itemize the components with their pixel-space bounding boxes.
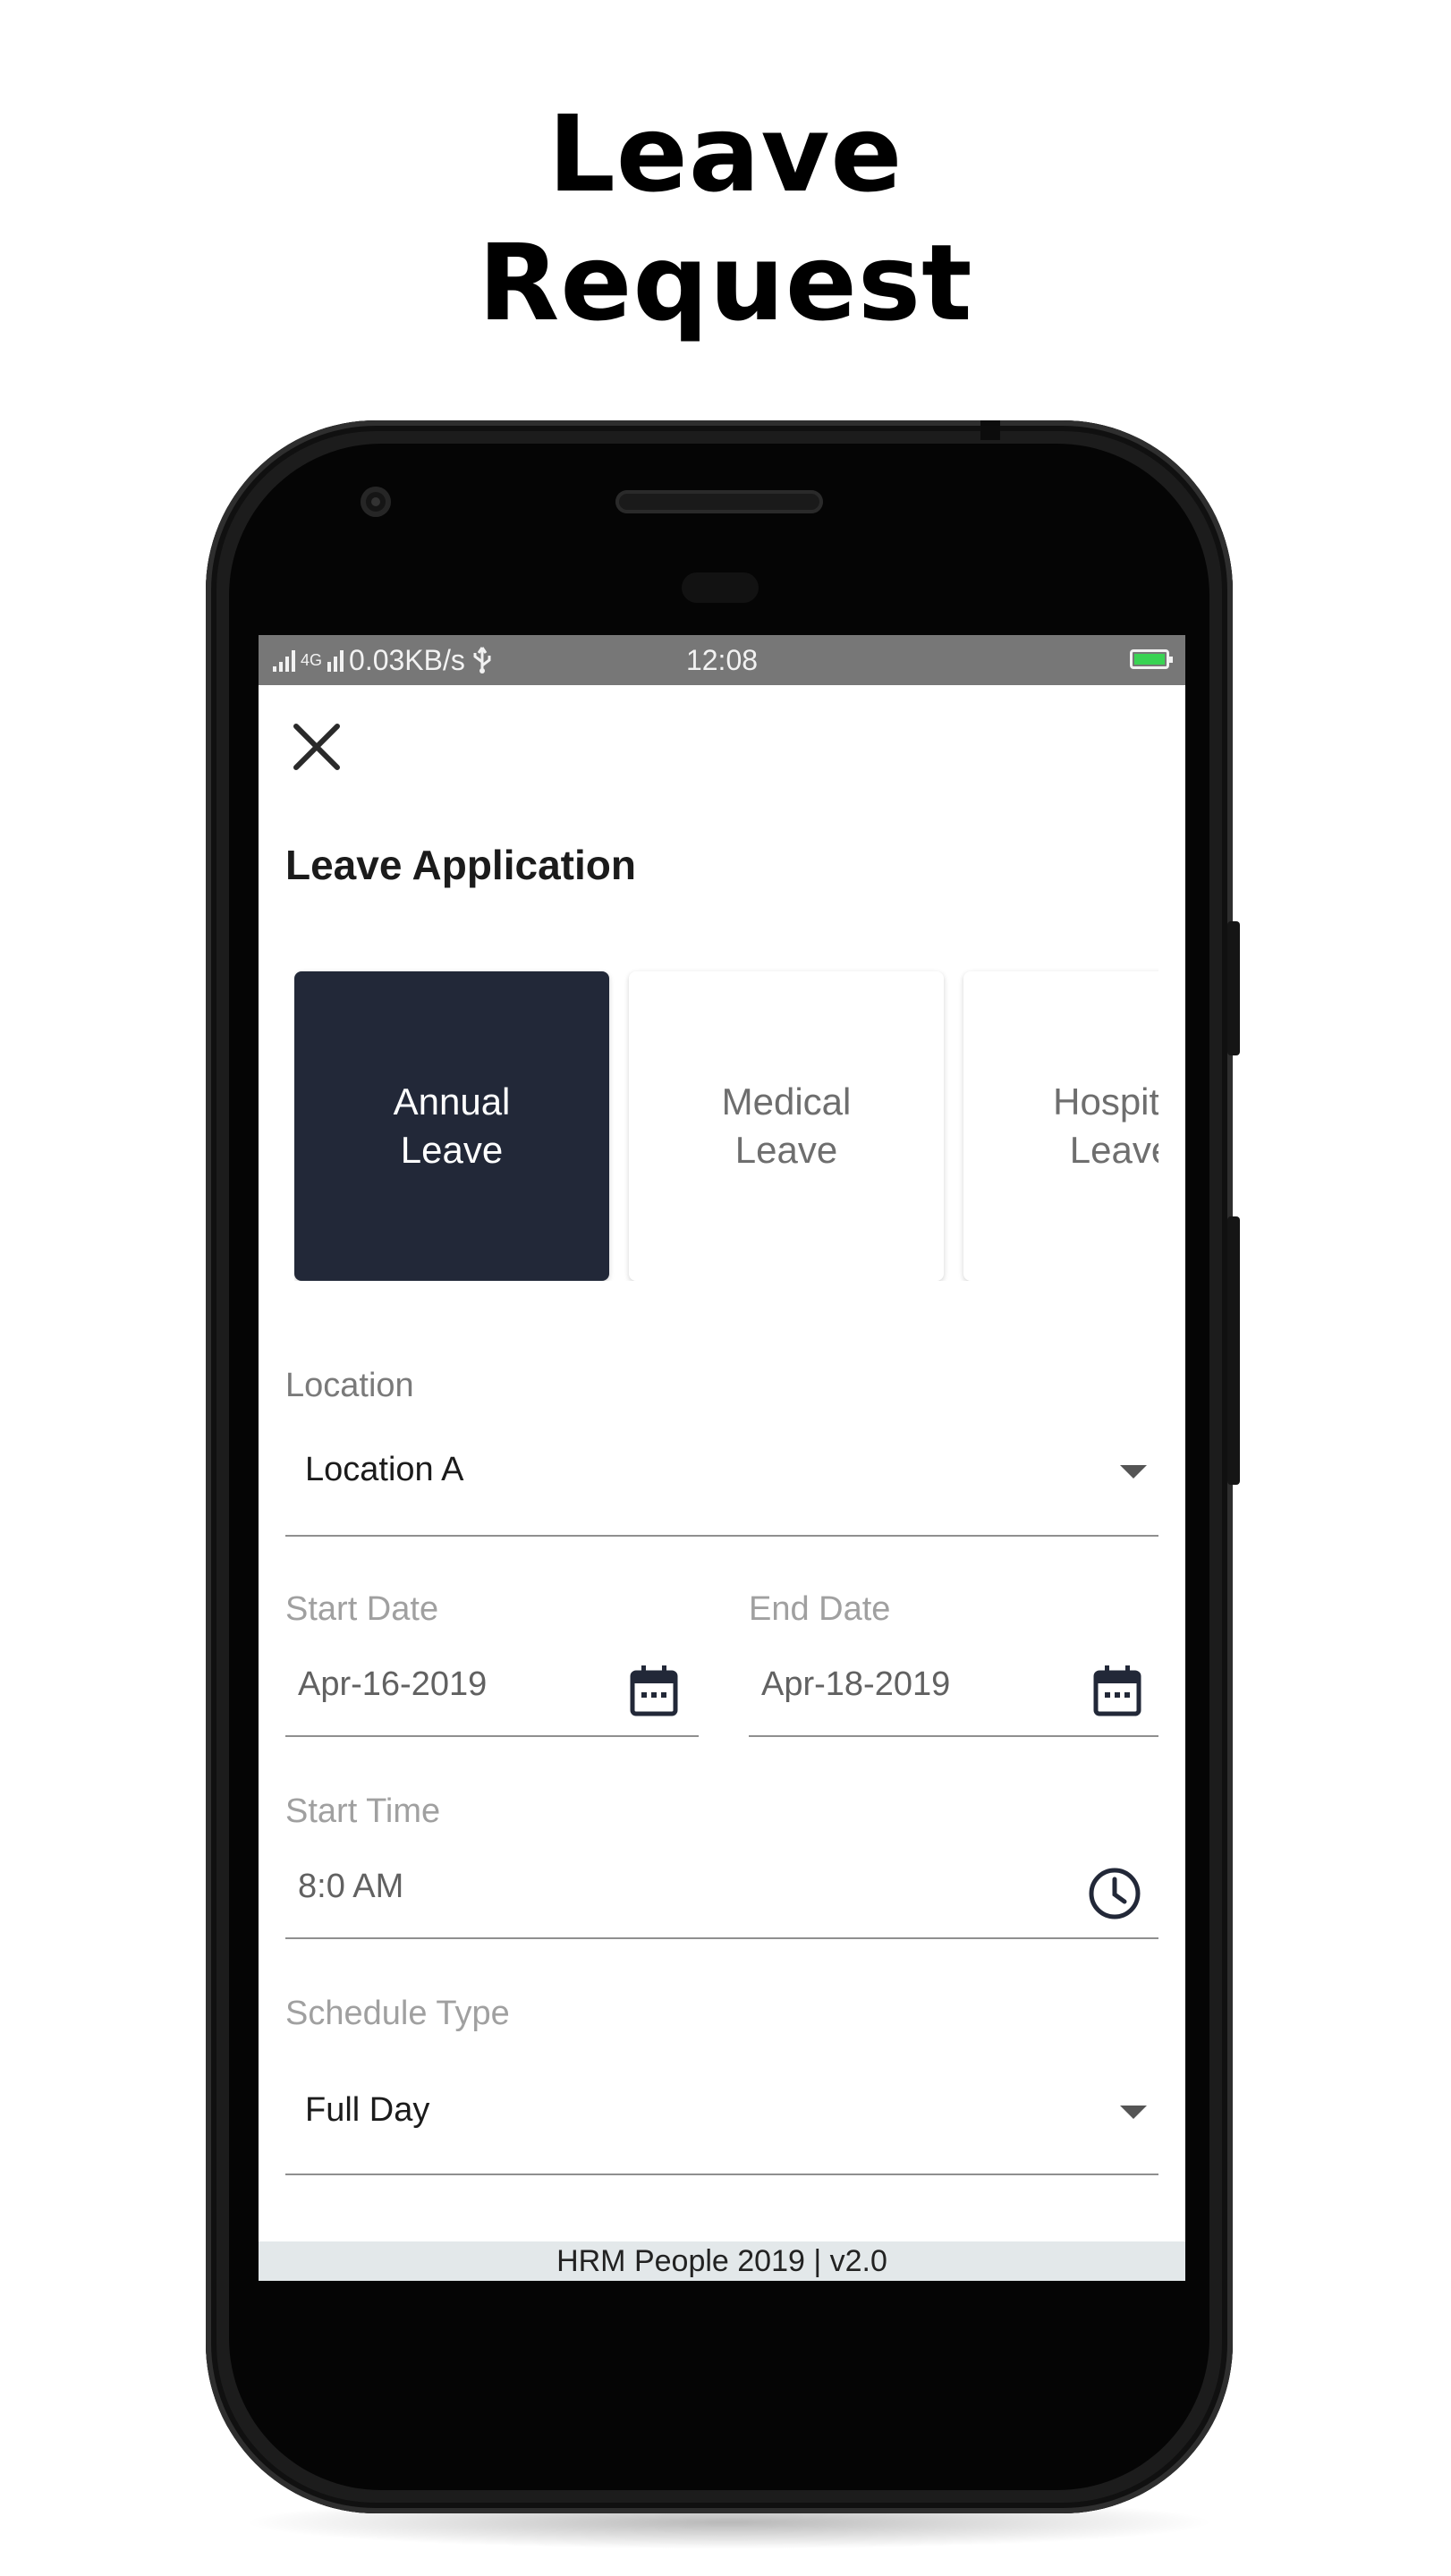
leave-type-card-medical[interactable]: Medical Leave — [629, 971, 944, 1281]
schedule-type-dropdown-arrow-icon[interactable] — [1120, 2106, 1147, 2119]
schedule-type-underline — [285, 2174, 1158, 2175]
start-date-field[interactable]: Apr-16-2019 — [298, 1665, 487, 1704]
status-time: 12:08 — [685, 644, 759, 676]
page-title: Leave Application — [285, 842, 636, 888]
promo-title-line1: Leave — [547, 92, 904, 216]
proximity-sensor — [682, 572, 759, 603]
location-select[interactable]: Location A — [305, 1451, 463, 1489]
leave-type-card-hospital[interactable]: Hospital Leave — [963, 971, 1158, 1281]
front-camera — [361, 487, 391, 517]
app-screen: 4G 0.03KB/s 12:08 Leave Application Annu… — [259, 635, 1185, 2281]
schedule-type-label: Schedule Type — [285, 1995, 510, 2032]
start-date-calendar-icon[interactable] — [629, 1664, 679, 1717]
start-time-field[interactable]: 8:0 AM — [298, 1868, 403, 1906]
promo-title: Leave Request — [0, 89, 1451, 347]
schedule-type-select[interactable]: Full Day — [305, 2091, 429, 2130]
battery-icon — [1130, 649, 1173, 669]
leave-type-carousel[interactable]: Annual Leave Medical Leave Hospital Leav… — [294, 959, 1158, 1281]
end-date-label: End Date — [749, 1590, 891, 1628]
clock-icon[interactable] — [1087, 1866, 1142, 1921]
end-date-calendar-icon[interactable] — [1092, 1664, 1142, 1717]
start-time-underline — [285, 1937, 1158, 1939]
location-dropdown-arrow-icon[interactable] — [1120, 1465, 1147, 1479]
phone-top-notch — [980, 420, 1000, 440]
earpiece-speaker — [615, 490, 823, 513]
location-underline — [285, 1535, 1158, 1537]
start-time-label: Start Time — [285, 1792, 441, 1830]
close-icon[interactable] — [285, 716, 348, 778]
promo-title-line2: Request — [478, 221, 973, 344]
power-button — [1227, 921, 1240, 1055]
end-date-field[interactable]: Apr-18-2019 — [761, 1665, 950, 1704]
location-label: Location — [285, 1367, 414, 1404]
status-bar: 4G 0.03KB/s 12:08 — [259, 635, 1185, 685]
end-date-underline — [749, 1735, 1158, 1737]
leave-type-card-annual[interactable]: Annual Leave — [294, 971, 609, 1281]
start-date-label: Start Date — [285, 1590, 439, 1628]
volume-button — [1227, 1216, 1240, 1485]
app-footer: HRM People 2019 | v2.0 — [259, 2241, 1185, 2281]
start-date-underline — [285, 1735, 699, 1737]
